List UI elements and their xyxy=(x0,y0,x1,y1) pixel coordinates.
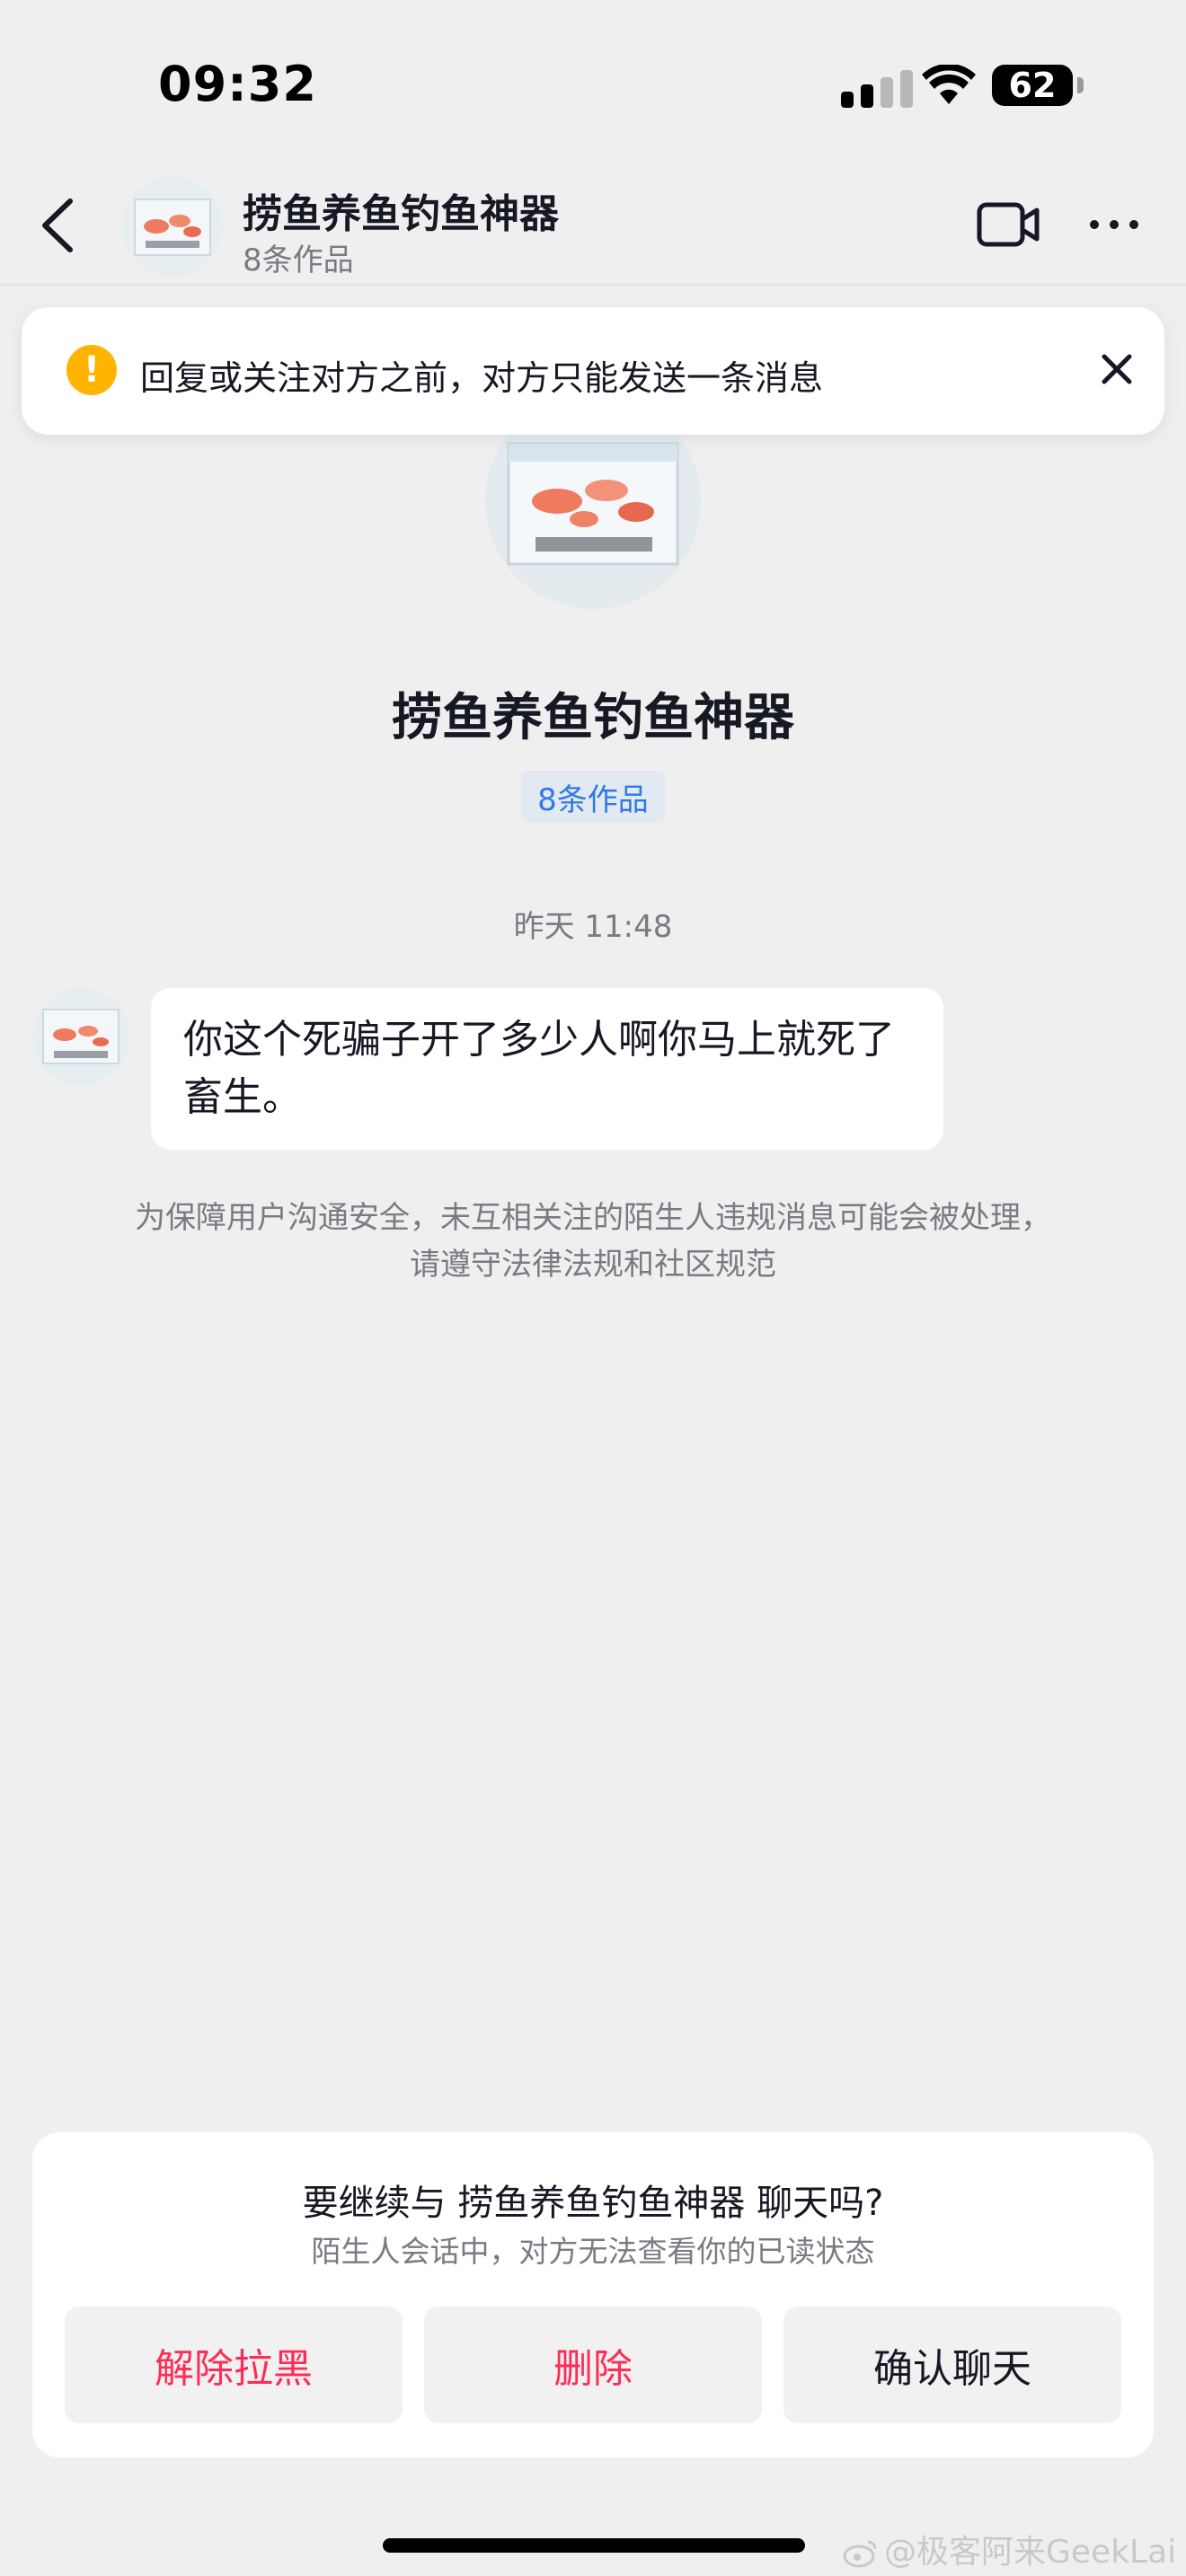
works-count-tag[interactable]: 8条作品 xyxy=(521,771,665,823)
header-works-count[interactable]: 8条作品 xyxy=(243,235,354,279)
home-indicator xyxy=(383,2538,805,2553)
sender-avatar[interactable] xyxy=(32,988,129,1085)
prompt-title: 要继续与 捞鱼养鱼钓鱼神器 聊天吗? xyxy=(302,2183,884,2224)
header-title: 捞鱼养鱼钓鱼神器 xyxy=(243,191,559,237)
back-icon[interactable] xyxy=(36,196,81,255)
battery-indicator: 62 xyxy=(992,65,1084,106)
safety-notice: 为保障用户沟通安全，未互相关注的陌生人违规消息可能会被处理，请遵守法律法规和社区… xyxy=(135,1200,1051,1283)
fish-tank-avatar-image xyxy=(122,176,223,277)
warning-icon: ! xyxy=(66,345,117,395)
stranger-chat-prompt: 要继续与 捞鱼养鱼钓鱼神器 聊天吗? 陌生人会话中，对方无法查看你的已读状态 解… xyxy=(32,2132,1154,2457)
reply-limit-banner: ! 回复或关注对方之前，对方只能发送一条消息 xyxy=(22,307,1164,435)
more-icon[interactable] xyxy=(1087,212,1141,237)
banner-text: 回复或关注对方之前，对方只能发送一条消息 xyxy=(140,358,824,398)
wifi-icon xyxy=(922,65,976,104)
confirm-chat-button[interactable]: 确认聊天 xyxy=(783,2307,1121,2423)
status-time: 09:32 xyxy=(158,56,317,112)
fish-tank-sender-image xyxy=(32,988,129,1085)
watermark: @极客阿来GeekLai xyxy=(843,2526,1176,2572)
delete-button[interactable]: 删除 xyxy=(424,2307,762,2423)
profile-name: 捞鱼养鱼钓鱼神器 xyxy=(392,689,794,747)
message-text: 你这个死骗子开了多少人啊你马上就死了畜生。 xyxy=(183,1017,895,1120)
weibo-icon xyxy=(843,2540,877,2568)
unblock-button[interactable]: 解除拉黑 xyxy=(65,2307,403,2423)
cellular-signal-icon xyxy=(841,70,916,108)
close-icon[interactable] xyxy=(1096,348,1137,390)
header-divider xyxy=(0,284,1186,286)
watermark-text: @极客阿来GeekLai xyxy=(884,2534,1177,2571)
message-timestamp: 昨天 11:48 xyxy=(513,909,673,945)
video-call-icon[interactable] xyxy=(976,199,1042,250)
header-avatar[interactable] xyxy=(122,176,223,277)
prompt-subtitle: 陌生人会话中，对方无法查看你的已读状态 xyxy=(311,2234,875,2269)
message-bubble[interactable]: 你这个死骗子开了多少人啊你马上就死了畜生。 xyxy=(151,988,943,1150)
